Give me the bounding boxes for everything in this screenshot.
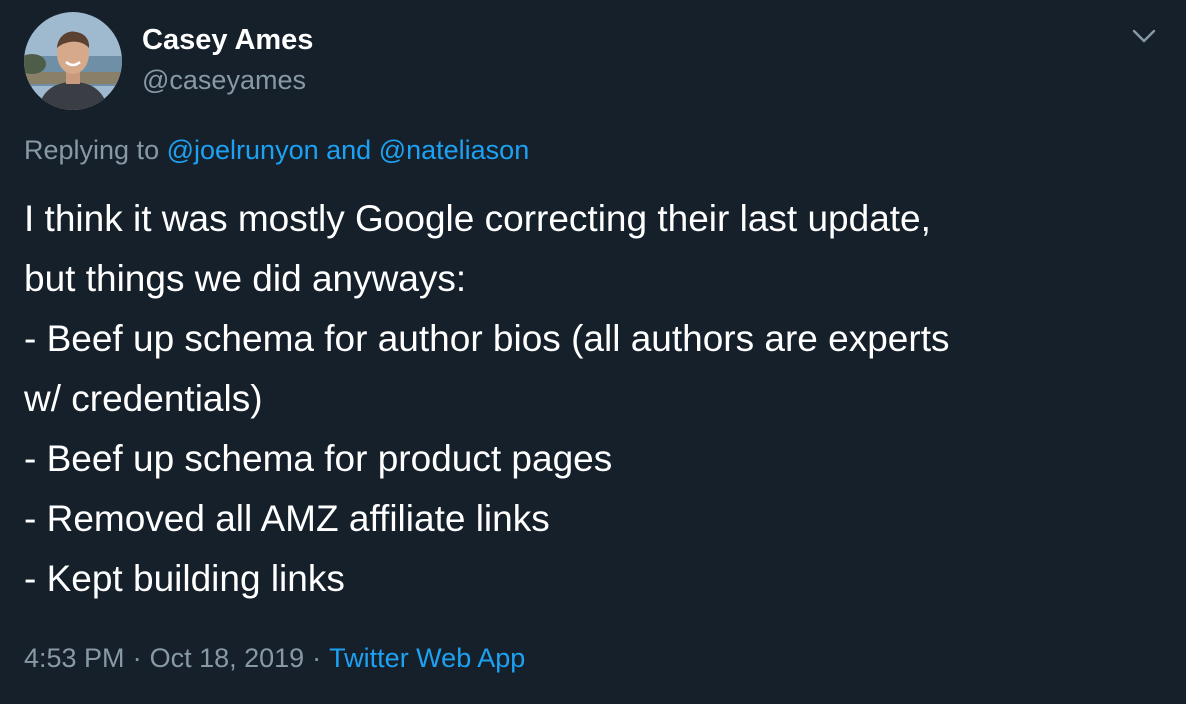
tweet-line: w/ credentials) [24, 378, 263, 419]
replying-to: Replying to @joelrunyon and @nateliason [24, 130, 529, 170]
tweet-line: but things we did anyways: [24, 258, 467, 299]
tweet-line: - Beef up schema for author bios (all au… [24, 318, 950, 359]
author-display-name[interactable]: Casey Ames [142, 22, 313, 58]
replying-prefix: Replying to [24, 135, 160, 165]
tweet-text: I think it was mostly Google correcting … [24, 189, 1164, 609]
tweet-source[interactable]: Twitter Web App [329, 643, 525, 673]
chevron-down-icon[interactable] [1128, 24, 1160, 48]
tweet-metadata: 4:53 PM · Oct 18, 2019 · Twitter Web App [24, 636, 525, 680]
author-handle[interactable]: @caseyames [142, 62, 313, 98]
tweet-line: - Removed all AMZ affiliate links [24, 498, 550, 539]
tweet-card: Casey Ames @caseyames Replying to @joelr… [0, 0, 1186, 704]
tweet-line: - Kept building links [24, 558, 345, 599]
author-info: Casey Ames @caseyames [142, 22, 313, 98]
tweet-line: - Beef up schema for product pages [24, 438, 613, 479]
mention-conjunction[interactable]: and [326, 135, 371, 165]
avatar-photo [24, 12, 122, 110]
meta-separator: · [132, 643, 142, 673]
mention-nateliason[interactable]: @nateliason [379, 135, 530, 165]
tweet-line: I think it was mostly Google correcting … [24, 198, 931, 239]
meta-separator: · [312, 643, 322, 673]
avatar[interactable] [24, 12, 122, 110]
tweet-date[interactable]: Oct 18, 2019 [150, 643, 305, 673]
tweet-time[interactable]: 4:53 PM [24, 643, 125, 673]
mention-joelrunyon[interactable]: @joelrunyon [167, 135, 319, 165]
